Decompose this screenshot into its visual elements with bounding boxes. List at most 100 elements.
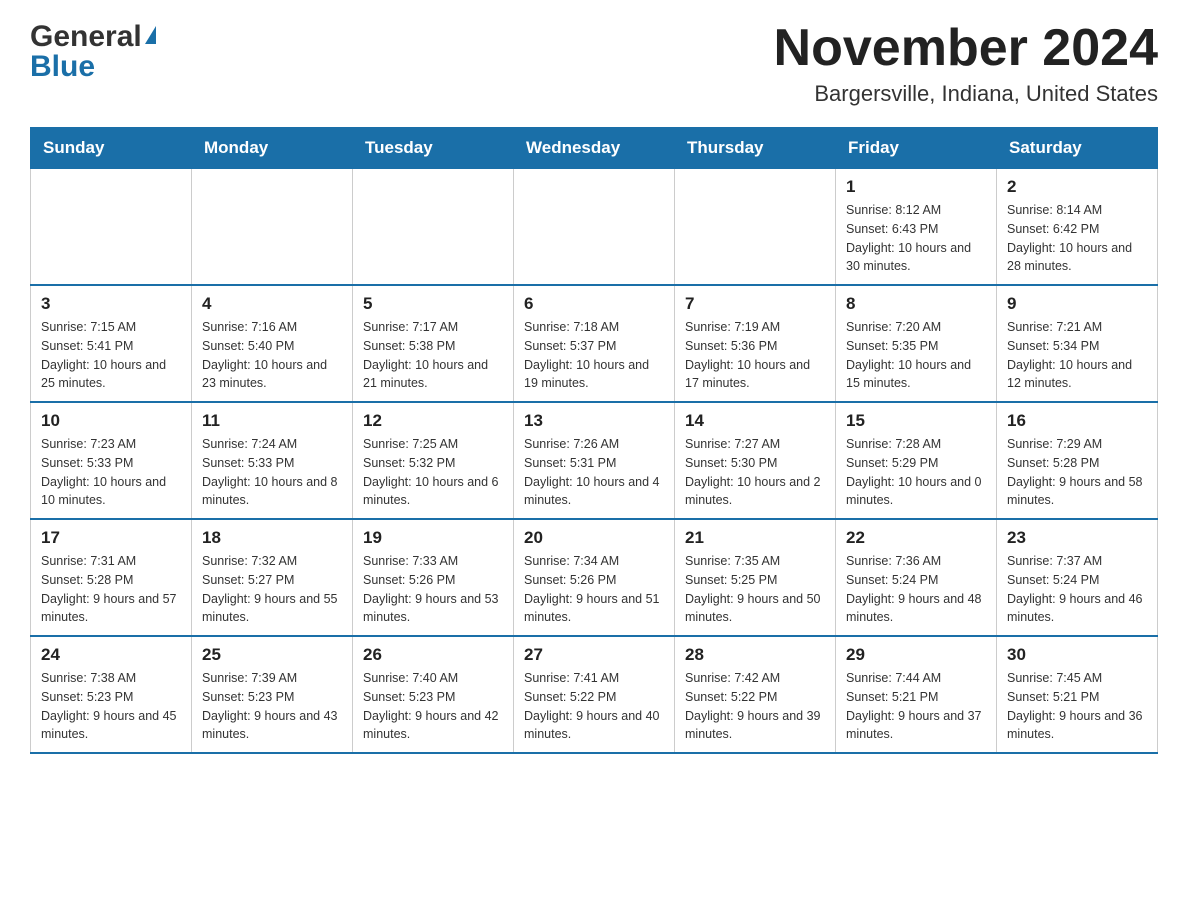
day-number: 14 xyxy=(685,411,825,431)
header-thursday: Thursday xyxy=(675,128,836,169)
calendar-table: Sunday Monday Tuesday Wednesday Thursday… xyxy=(30,127,1158,754)
table-row: 16 Sunrise: 7:29 AMSunset: 5:28 PMDayligh… xyxy=(997,402,1158,519)
day-info: Sunrise: 7:18 AMSunset: 5:37 PMDaylight:… xyxy=(524,318,664,393)
table-row: 8 Sunrise: 7:20 AMSunset: 5:35 PMDaylight… xyxy=(836,285,997,402)
day-info: Sunrise: 7:25 AMSunset: 5:32 PMDaylight:… xyxy=(363,435,503,510)
location-title: Bargersville, Indiana, United States xyxy=(774,81,1158,107)
table-row xyxy=(31,169,192,286)
day-info: Sunrise: 7:37 AMSunset: 5:24 PMDaylight:… xyxy=(1007,552,1147,627)
day-number: 24 xyxy=(41,645,181,665)
day-number: 5 xyxy=(363,294,503,314)
day-number: 2 xyxy=(1007,177,1147,197)
calendar-week-row: 3Sunrise: 7:15 AMSunset: 5:41 PMDaylight… xyxy=(31,285,1158,402)
table-row: 14 Sunrise: 7:27 AMSunset: 5:30 PMDayligh… xyxy=(675,402,836,519)
header-wednesday: Wednesday xyxy=(514,128,675,169)
day-number: 9 xyxy=(1007,294,1147,314)
table-row: 25Sunrise: 7:39 AMSunset: 5:23 PMDayligh… xyxy=(192,636,353,753)
logo-blue-text: Blue xyxy=(30,50,95,84)
table-row: 1 Sunrise: 8:12 AMSunset: 6:43 PMDaylight… xyxy=(836,169,997,286)
day-number: 16 xyxy=(1007,411,1147,431)
table-row: 4 Sunrise: 7:16 AMSunset: 5:40 PMDaylight… xyxy=(192,285,353,402)
day-number: 13 xyxy=(524,411,664,431)
title-area: November 2024 Bargersville, Indiana, Uni… xyxy=(774,20,1158,107)
table-row: 23 Sunrise: 7:37 AMSunset: 5:24 PMDayligh… xyxy=(997,519,1158,636)
day-number: 8 xyxy=(846,294,986,314)
day-info: Sunrise: 7:24 AMSunset: 5:33 PMDaylight:… xyxy=(202,435,342,510)
day-number: 18 xyxy=(202,528,342,548)
day-info: Sunrise: 7:33 AMSunset: 5:26 PMDaylight:… xyxy=(363,552,503,627)
day-info: Sunrise: 7:42 AMSunset: 5:22 PMDaylight:… xyxy=(685,669,825,744)
day-info: Sunrise: 7:17 AMSunset: 5:38 PMDaylight:… xyxy=(363,318,503,393)
table-row: 22 Sunrise: 7:36 AMSunset: 5:24 PMDayligh… xyxy=(836,519,997,636)
day-info: Sunrise: 7:31 AMSunset: 5:28 PMDaylight:… xyxy=(41,552,181,627)
day-number: 7 xyxy=(685,294,825,314)
logo-general: General xyxy=(30,20,142,53)
day-info: Sunrise: 7:23 AMSunset: 5:33 PMDaylight:… xyxy=(41,435,181,510)
day-number: 4 xyxy=(202,294,342,314)
day-number: 25 xyxy=(202,645,342,665)
table-row: 5 Sunrise: 7:17 AMSunset: 5:38 PMDaylight… xyxy=(353,285,514,402)
table-row: 6 Sunrise: 7:18 AMSunset: 5:37 PMDaylight… xyxy=(514,285,675,402)
day-info: Sunrise: 7:19 AMSunset: 5:36 PMDaylight:… xyxy=(685,318,825,393)
day-info: Sunrise: 7:16 AMSunset: 5:40 PMDaylight:… xyxy=(202,318,342,393)
calendar-week-row: 1 Sunrise: 8:12 AMSunset: 6:43 PMDaylight… xyxy=(31,169,1158,286)
day-number: 21 xyxy=(685,528,825,548)
calendar-week-row: 17 Sunrise: 7:31 AMSunset: 5:28 PMDayligh… xyxy=(31,519,1158,636)
table-row: 24Sunrise: 7:38 AMSunset: 5:23 PMDayligh… xyxy=(31,636,192,753)
table-row: 12 Sunrise: 7:25 AMSunset: 5:32 PMDayligh… xyxy=(353,402,514,519)
day-number: 6 xyxy=(524,294,664,314)
table-row: 19 Sunrise: 7:33 AMSunset: 5:26 PMDayligh… xyxy=(353,519,514,636)
weekday-header-row: Sunday Monday Tuesday Wednesday Thursday… xyxy=(31,128,1158,169)
table-row: 20Sunrise: 7:34 AMSunset: 5:26 PMDayligh… xyxy=(514,519,675,636)
month-title: November 2024 xyxy=(774,20,1158,77)
day-number: 30 xyxy=(1007,645,1147,665)
day-info: Sunrise: 7:40 AMSunset: 5:23 PMDaylight:… xyxy=(363,669,503,744)
day-info: Sunrise: 7:34 AMSunset: 5:26 PMDaylight:… xyxy=(524,552,664,627)
day-info: Sunrise: 8:14 AMSunset: 6:42 PMDaylight:… xyxy=(1007,201,1147,276)
day-number: 11 xyxy=(202,411,342,431)
table-row: 27Sunrise: 7:41 AMSunset: 5:22 PMDayligh… xyxy=(514,636,675,753)
day-info: Sunrise: 7:27 AMSunset: 5:30 PMDaylight:… xyxy=(685,435,825,510)
table-row: 13 Sunrise: 7:26 AMSunset: 5:31 PMDayligh… xyxy=(514,402,675,519)
day-number: 29 xyxy=(846,645,986,665)
table-row: 10 Sunrise: 7:23 AMSunset: 5:33 PMDayligh… xyxy=(31,402,192,519)
table-row: 18 Sunrise: 7:32 AMSunset: 5:27 PMDayligh… xyxy=(192,519,353,636)
day-number: 23 xyxy=(1007,528,1147,548)
day-number: 27 xyxy=(524,645,664,665)
day-number: 17 xyxy=(41,528,181,548)
day-info: Sunrise: 7:32 AMSunset: 5:27 PMDaylight:… xyxy=(202,552,342,627)
day-number: 28 xyxy=(685,645,825,665)
day-number: 3 xyxy=(41,294,181,314)
table-row: 28 Sunrise: 7:42 AMSunset: 5:22 PMDayligh… xyxy=(675,636,836,753)
table-row: 26 Sunrise: 7:40 AMSunset: 5:23 PMDayligh… xyxy=(353,636,514,753)
day-number: 1 xyxy=(846,177,986,197)
day-info: Sunrise: 7:36 AMSunset: 5:24 PMDaylight:… xyxy=(846,552,986,627)
calendar-week-row: 10 Sunrise: 7:23 AMSunset: 5:33 PMDayligh… xyxy=(31,402,1158,519)
day-number: 22 xyxy=(846,528,986,548)
header-monday: Monday xyxy=(192,128,353,169)
day-info: Sunrise: 7:28 AMSunset: 5:29 PMDaylight:… xyxy=(846,435,986,510)
day-number: 26 xyxy=(363,645,503,665)
table-row xyxy=(192,169,353,286)
table-row xyxy=(675,169,836,286)
day-number: 12 xyxy=(363,411,503,431)
day-info: Sunrise: 7:35 AMSunset: 5:25 PMDaylight:… xyxy=(685,552,825,627)
day-info: Sunrise: 8:12 AMSunset: 6:43 PMDaylight:… xyxy=(846,201,986,276)
logo-triangle-icon xyxy=(145,26,156,44)
day-number: 15 xyxy=(846,411,986,431)
header-friday: Friday xyxy=(836,128,997,169)
logo: General Blue xyxy=(30,20,156,84)
day-number: 19 xyxy=(363,528,503,548)
table-row: 21 Sunrise: 7:35 AMSunset: 5:25 PMDayligh… xyxy=(675,519,836,636)
day-info: Sunrise: 7:20 AMSunset: 5:35 PMDaylight:… xyxy=(846,318,986,393)
header-saturday: Saturday xyxy=(997,128,1158,169)
day-info: Sunrise: 7:26 AMSunset: 5:31 PMDaylight:… xyxy=(524,435,664,510)
header-tuesday: Tuesday xyxy=(353,128,514,169)
page-header: General Blue November 2024 Bargersville,… xyxy=(30,20,1158,107)
table-row xyxy=(353,169,514,286)
table-row: 2 Sunrise: 8:14 AMSunset: 6:42 PMDaylight… xyxy=(997,169,1158,286)
logo-text: General xyxy=(30,20,156,54)
day-info: Sunrise: 7:21 AMSunset: 5:34 PMDaylight:… xyxy=(1007,318,1147,393)
day-info: Sunrise: 7:29 AMSunset: 5:28 PMDaylight:… xyxy=(1007,435,1147,510)
day-number: 10 xyxy=(41,411,181,431)
